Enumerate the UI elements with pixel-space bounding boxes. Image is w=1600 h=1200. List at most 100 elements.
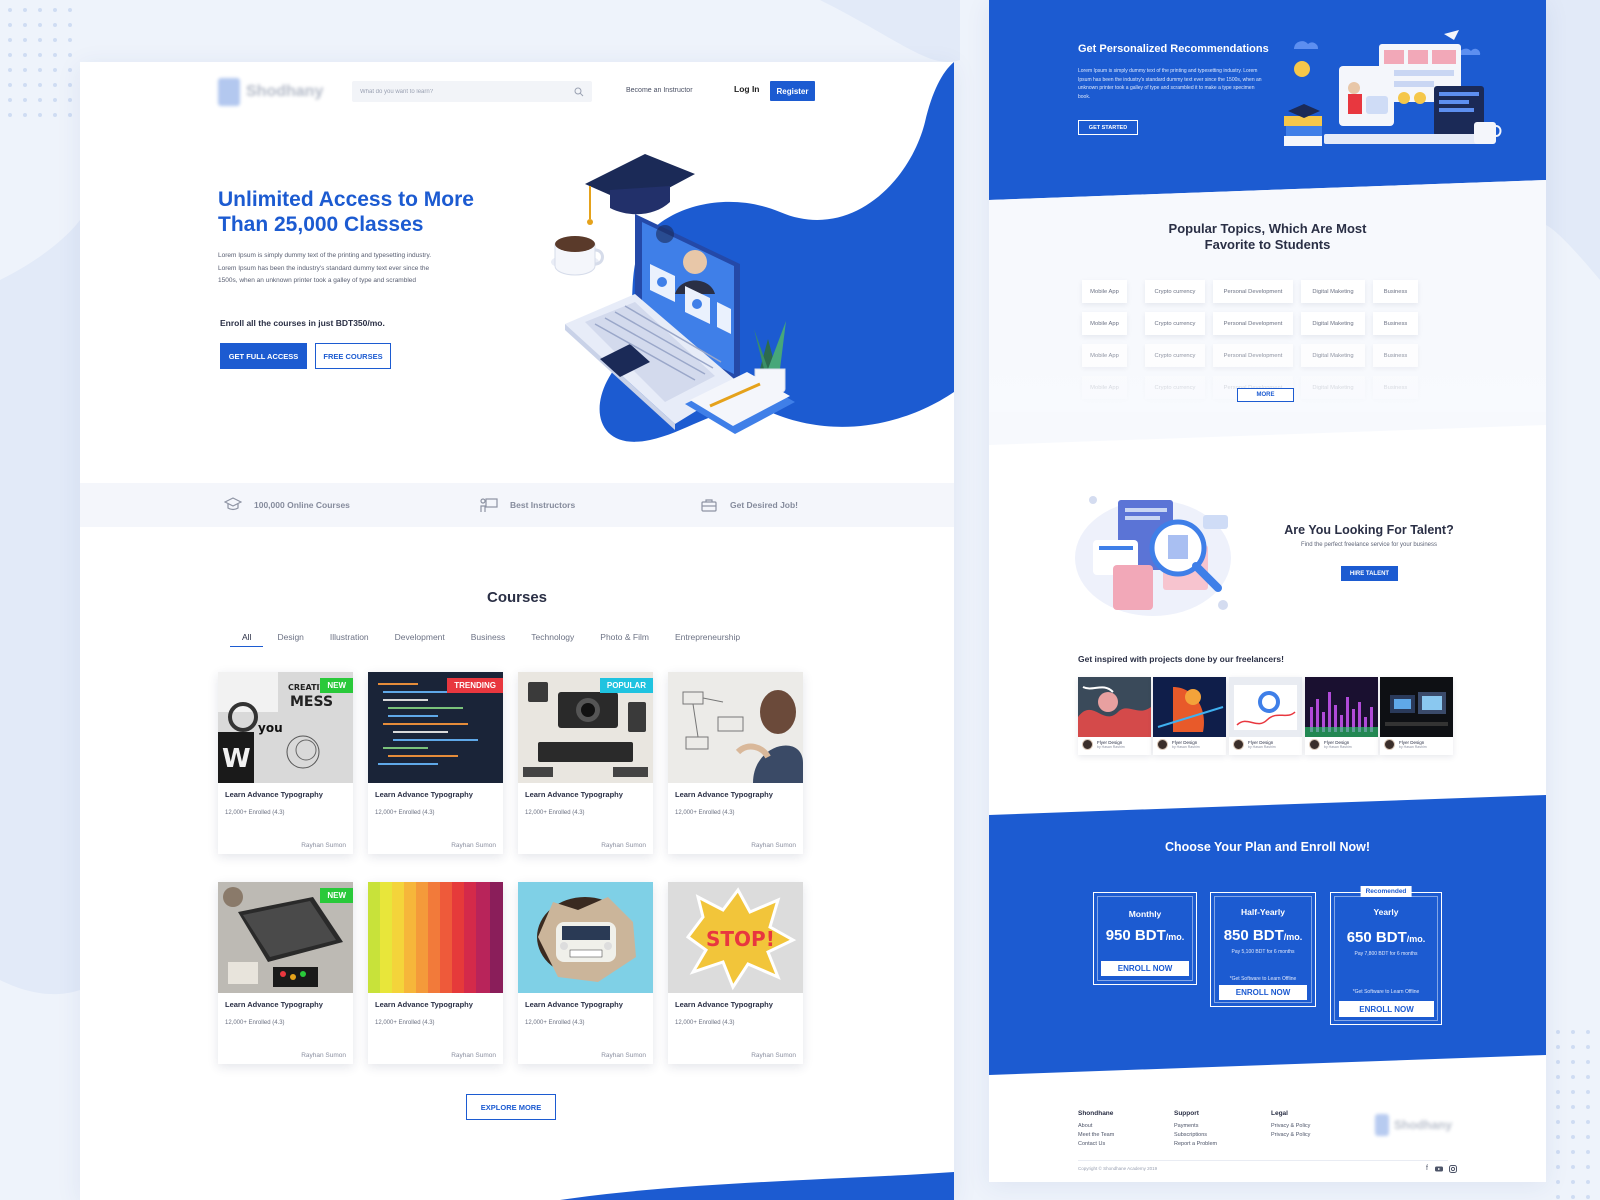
logo-mark-icon: [1375, 1114, 1389, 1136]
footer-divider: [1078, 1160, 1448, 1161]
plan-offline-note: *Get Software to Learn Offline: [1229, 976, 1297, 982]
topic-chip[interactable]: Crypto currency: [1145, 312, 1205, 335]
login-link[interactable]: Log In: [734, 84, 760, 94]
footer-link-about[interactable]: About: [1078, 1122, 1114, 1131]
tab-entrepreneurship[interactable]: Entrepreneurship: [663, 632, 752, 647]
course-card[interactable]: Learn Advance Typography 12,000+ Enrolle…: [368, 882, 503, 1064]
plan-note: Pay 7,800 BDT for 6 months: [1354, 951, 1418, 957]
tab-design[interactable]: Design: [265, 632, 315, 647]
course-title: Learn Advance Typography: [525, 1000, 623, 1009]
project-card[interactable]: Flyer Design by Hasan Rashim: [1229, 677, 1302, 755]
project-footer: Flyer Design by Hasan Rashim: [1384, 739, 1427, 750]
feature-label: 100,000 Online Courses: [254, 500, 350, 510]
topic-chip[interactable]: Personal Development: [1213, 280, 1293, 303]
course-author: Rayhan Sumon: [751, 1052, 796, 1059]
top-navigation: Shodhany Become an Instructor Log In Reg…: [80, 62, 954, 122]
topic-chip[interactable]: Digital Maketing: [1301, 280, 1365, 303]
enroll-now-button[interactable]: ENROLL NOW: [1101, 961, 1189, 976]
course-card[interactable]: Learn Advance Typography 12,000+ Enrolle…: [668, 672, 803, 854]
topics-title-line: Favorite to Students: [1204, 237, 1331, 252]
footer-link-privacy[interactable]: Privacy & Policy: [1271, 1122, 1310, 1131]
more-topics-button[interactable]: MORE: [1237, 388, 1294, 402]
designer-avatar: [1384, 739, 1395, 750]
tab-development[interactable]: Development: [383, 632, 457, 647]
plan-price-unit: /mo.: [1406, 934, 1426, 944]
project-card[interactable]: Flyer Design by Hasan Rashim: [1305, 677, 1378, 755]
enroll-now-button[interactable]: ENROLL NOW: [1219, 985, 1307, 1000]
facebook-icon[interactable]: f: [1423, 1165, 1431, 1173]
footer-link-contact[interactable]: Contact Us: [1078, 1140, 1114, 1149]
inspired-projects-title: Get inspired with projects done by our f…: [1078, 654, 1284, 664]
explore-more-button[interactable]: EXPLORE MORE: [466, 1094, 556, 1120]
topic-chip[interactable]: Crypto currency: [1145, 280, 1205, 303]
logo-mark-icon: [218, 78, 240, 106]
plan-price-unit: /mo.: [1283, 932, 1303, 942]
get-started-button[interactable]: GET STARTED: [1078, 120, 1138, 135]
course-author: Rayhan Sumon: [301, 842, 346, 849]
laptop-learning-illustration: [551, 154, 795, 434]
project-thumbnail: [1229, 677, 1302, 737]
hire-talent-illustration: [1075, 496, 1231, 616]
course-card[interactable]: POPULAR Learn Advance Typography 12,000+…: [518, 672, 653, 854]
course-card[interactable]: NEW Learn Advance Typography 12,000+ Enr…: [218, 882, 353, 1064]
project-thumbnail: [1380, 677, 1453, 737]
designer-avatar: [1082, 739, 1093, 750]
tab-all[interactable]: All: [230, 632, 264, 647]
svg-text:W: W: [222, 744, 251, 774]
search-input[interactable]: [360, 88, 574, 95]
free-courses-button[interactable]: FREE COURSES: [315, 343, 391, 369]
project-card[interactable]: Flyer Design by Hasan Rashim: [1078, 677, 1151, 755]
footer-link-report[interactable]: Report a Problem: [1174, 1140, 1217, 1149]
designer-avatar: [1233, 739, 1244, 750]
become-instructor-link[interactable]: Become an Instructor: [626, 87, 693, 94]
tab-illustration[interactable]: Illustration: [318, 632, 381, 647]
personalized-learning-illustration: [1284, 30, 1502, 146]
topic-chip[interactable]: Digital Maketing: [1301, 312, 1365, 335]
tab-technology[interactable]: Technology: [519, 632, 586, 647]
dot-pattern: [1556, 1030, 1600, 1199]
enroll-now-button[interactable]: ENROLL NOW: [1339, 1001, 1434, 1017]
topic-chip[interactable]: Business: [1373, 312, 1418, 335]
footer-link-subscriptions[interactable]: Subscriptions: [1174, 1131, 1217, 1140]
topic-chip[interactable]: Personal Development: [1213, 312, 1293, 335]
course-thumbnail: STOP!: [668, 882, 803, 993]
course-thumbnail: [368, 882, 503, 993]
footer-logo[interactable]: Shodhany: [1375, 1114, 1452, 1136]
course-title: Learn Advance Typography: [375, 790, 473, 799]
courses-heading: Courses: [486, 589, 548, 606]
hire-talent-button[interactable]: HIRE TALENT: [1341, 566, 1398, 581]
project-card[interactable]: Flyer Design by Hasan Rashim: [1380, 677, 1453, 755]
course-card[interactable]: STOP! Learn Advance Typography 12,000+ E…: [668, 882, 803, 1064]
get-full-access-button[interactable]: GET FULL ACCESS: [220, 343, 307, 369]
plans-title: Choose Your Plan and Enroll Now!: [1164, 840, 1371, 854]
topics-fade-overlay: [989, 362, 1546, 412]
course-card[interactable]: MESS CREATIVE W you NEW Learn Advance Ty…: [218, 672, 353, 854]
footer-link-payments[interactable]: Payments: [1174, 1122, 1217, 1131]
tab-business[interactable]: Business: [459, 632, 518, 647]
footer-link-team[interactable]: Meet the Team: [1078, 1131, 1114, 1140]
course-card[interactable]: Learn Advance Typography 12,000+ Enrolle…: [518, 882, 653, 1064]
course-title: Learn Advance Typography: [225, 1000, 323, 1009]
footer-link-privacy[interactable]: Privacy & Policy: [1271, 1131, 1310, 1140]
brand-logo[interactable]: Shodhany: [218, 78, 323, 106]
project-footer: Flyer Design by Hasan Rashim: [1157, 739, 1200, 750]
feature-label: Get Desired Job!: [730, 500, 799, 510]
plan-name: Monthly: [1128, 909, 1162, 919]
topic-chip[interactable]: Business: [1373, 280, 1418, 303]
project-name: Flyer Design: [1097, 739, 1123, 745]
topic-chip[interactable]: Mobile App: [1082, 312, 1127, 335]
project-footer: Flyer Design by Hasan Rashim: [1309, 739, 1352, 750]
youtube-icon[interactable]: [1435, 1165, 1443, 1173]
course-card[interactable]: TRENDING Learn Advance Typography 12,000…: [368, 672, 503, 854]
dot-pattern: [8, 8, 72, 117]
search-icon[interactable]: [574, 87, 584, 97]
course-enrollment: 12,000+ Enrolled (4.3): [525, 1020, 585, 1026]
instagram-icon[interactable]: [1449, 1165, 1457, 1173]
topic-chip[interactable]: Mobile App: [1082, 280, 1127, 303]
register-button[interactable]: Register: [770, 81, 815, 101]
course-author: Rayhan Sumon: [451, 1052, 496, 1059]
tab-photo-film[interactable]: Photo & Film: [588, 632, 661, 647]
project-card[interactable]: Flyer Design by Hasan Rashim: [1153, 677, 1226, 755]
plan-name: Half-Yearly: [1241, 907, 1285, 917]
project-thumbnail: [1153, 677, 1226, 737]
